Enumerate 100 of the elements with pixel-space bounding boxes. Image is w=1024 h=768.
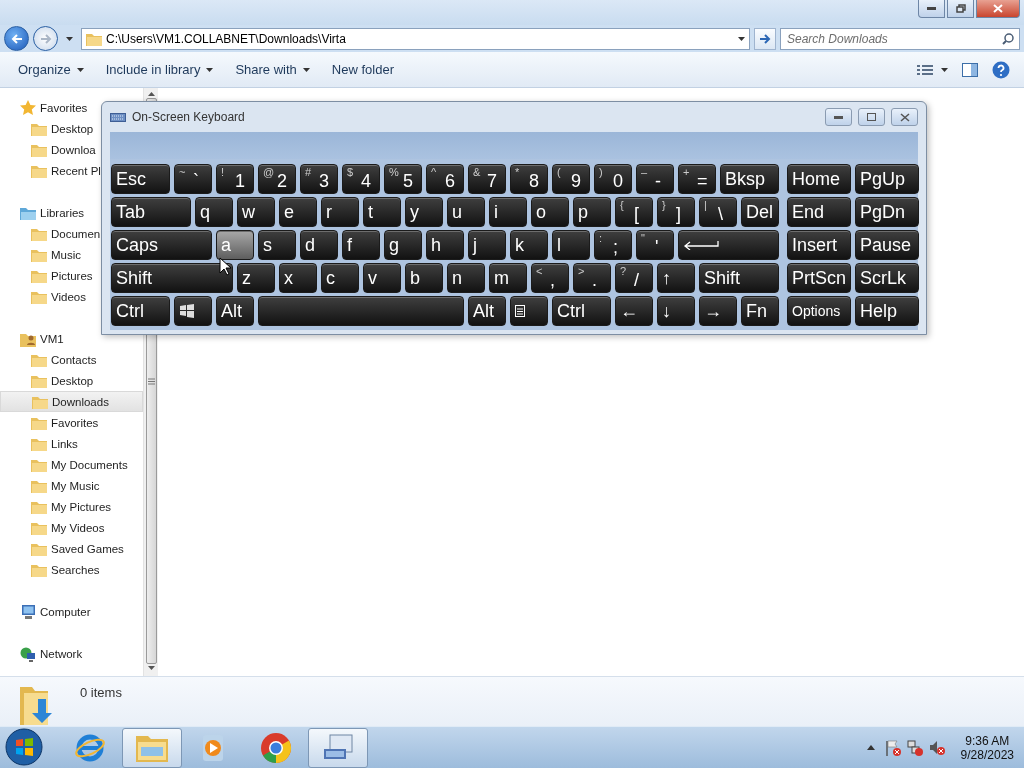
key[interactable]: " ' <box>636 230 674 260</box>
key[interactable]: Ctrl <box>111 296 170 326</box>
sidebar-item[interactable]: Contacts <box>0 349 143 370</box>
key[interactable]: → <box>699 296 737 326</box>
key[interactable]: Fn <box>741 296 779 326</box>
key[interactable]: n <box>447 263 485 293</box>
key[interactable]: Insert <box>787 230 851 260</box>
key[interactable]: Bksp <box>720 164 779 194</box>
key[interactable]: ^ 6 <box>426 164 464 194</box>
sidebar-item[interactable]: Network <box>0 643 143 664</box>
sidebar-item[interactable]: My Documents <box>0 454 143 475</box>
key[interactable]: Help <box>855 296 919 326</box>
key[interactable]: PgDn <box>855 197 919 227</box>
key[interactable]: Alt <box>216 296 254 326</box>
key[interactable]: @2 <box>258 164 296 194</box>
taskbar-button[interactable] <box>308 727 368 768</box>
taskbar-button[interactable] <box>122 727 182 768</box>
key[interactable]: f <box>342 230 380 260</box>
key[interactable]: Esc <box>111 164 170 194</box>
menu-key[interactable] <box>510 296 548 326</box>
key[interactable]: ) 0 <box>594 164 632 194</box>
key[interactable]: e <box>279 197 317 227</box>
key[interactable]: i <box>489 197 527 227</box>
toolbar-button[interactable]: Organize <box>10 58 92 81</box>
minimize-button[interactable] <box>918 0 945 18</box>
key[interactable]: c <box>321 263 359 293</box>
close-button[interactable] <box>891 108 918 126</box>
key[interactable]: m <box>489 263 527 293</box>
key[interactable]: v <box>363 263 401 293</box>
key[interactable]: Shift <box>699 263 779 293</box>
key[interactable]: r <box>321 197 359 227</box>
key[interactable]: a <box>216 230 254 260</box>
restore-button[interactable] <box>858 108 885 126</box>
forward-button[interactable] <box>33 26 58 51</box>
key[interactable]: q <box>195 197 233 227</box>
key[interactable]: ↓ <box>657 296 695 326</box>
search-field[interactable]: Search Downloads <box>780 27 1020 50</box>
key[interactable]: > . <box>573 263 611 293</box>
key[interactable]: Alt <box>468 296 506 326</box>
key[interactable]: ↑ <box>657 263 695 293</box>
key[interactable]: k <box>510 230 548 260</box>
key[interactable]: $ 4 <box>342 164 380 194</box>
key[interactable]: g <box>384 230 422 260</box>
key[interactable]: l <box>552 230 590 260</box>
key[interactable]: o <box>531 197 569 227</box>
key[interactable]: Options <box>787 296 851 326</box>
key[interactable]: h <box>426 230 464 260</box>
key[interactable]: d <box>300 230 338 260</box>
sidebar-item[interactable]: My Pictures <box>0 496 143 517</box>
sidebar-item[interactable]: Favorites <box>0 412 143 433</box>
key[interactable]: ← <box>615 296 653 326</box>
key[interactable]: } ] <box>657 197 695 227</box>
key[interactable]: x <box>279 263 317 293</box>
key[interactable]: End <box>787 197 851 227</box>
sidebar-item[interactable]: Desktop <box>0 370 143 391</box>
key[interactable]: : ; <box>594 230 632 260</box>
key[interactable]: * 8 <box>510 164 548 194</box>
sidebar-item[interactable]: My Videos <box>0 517 143 538</box>
key[interactable]: Shift <box>111 263 233 293</box>
key[interactable]: Pause <box>855 230 919 260</box>
key[interactable]: PgUp <box>855 164 919 194</box>
sidebar-item[interactable]: Computer <box>0 601 143 622</box>
key[interactable]: p <box>573 197 611 227</box>
key[interactable]: b <box>405 263 443 293</box>
toolbar-button[interactable]: New folder <box>323 58 402 81</box>
key[interactable]: Home <box>787 164 851 194</box>
space-key[interactable] <box>258 296 464 326</box>
close-button[interactable] <box>976 0 1020 18</box>
minimize-button[interactable] <box>825 108 852 126</box>
start-button[interactable] <box>4 727 44 768</box>
key[interactable]: < , <box>531 263 569 293</box>
toolbar-button[interactable]: Include in library <box>97 58 222 81</box>
key[interactable]: t <box>363 197 401 227</box>
key[interactable]: Ctrl <box>552 296 611 326</box>
key[interactable]: u <box>447 197 485 227</box>
key[interactable]: j <box>468 230 506 260</box>
key[interactable]: % 5 <box>384 164 422 194</box>
sidebar-item[interactable]: Saved Games <box>0 538 143 559</box>
key[interactable]: + = <box>678 164 716 194</box>
key[interactable]: ? / <box>615 263 653 293</box>
go-button[interactable] <box>754 27 776 50</box>
key[interactable]: & 7 <box>468 164 506 194</box>
windows-key[interactable] <box>174 296 212 326</box>
key[interactable]: – - <box>636 164 674 194</box>
enter-key[interactable] <box>678 230 779 260</box>
back-button[interactable] <box>4 26 29 51</box>
key[interactable]: Del <box>741 197 779 227</box>
key[interactable]: { [ <box>615 197 653 227</box>
sidebar-item[interactable]: Downloads <box>0 391 143 412</box>
sidebar-item[interactable]: Searches <box>0 559 143 580</box>
key[interactable]: s <box>258 230 296 260</box>
key[interactable]: ScrLk <box>855 263 919 293</box>
key[interactable]: # 3 <box>300 164 338 194</box>
sidebar-item[interactable]: Links <box>0 433 143 454</box>
key[interactable]: y <box>405 197 443 227</box>
restore-button[interactable] <box>947 0 974 18</box>
key[interactable]: z <box>237 263 275 293</box>
sidebar-item[interactable]: My Music <box>0 475 143 496</box>
key[interactable]: ~ ` <box>174 164 212 194</box>
sidebar-item[interactable]: VM1 <box>0 328 143 349</box>
